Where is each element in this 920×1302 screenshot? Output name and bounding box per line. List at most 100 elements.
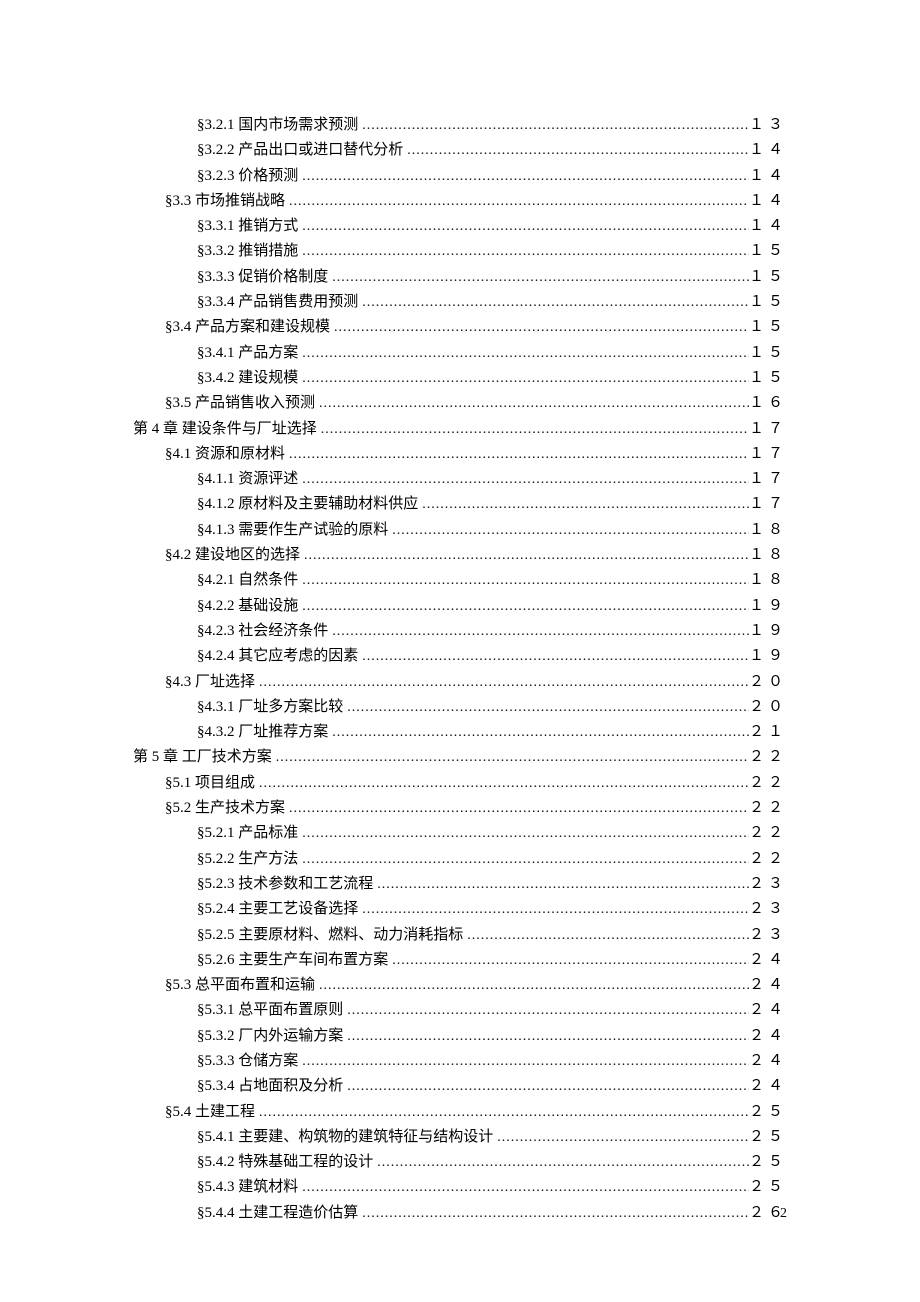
toc-leader-dots [388,949,749,973]
toc-entry-page: ２２ [749,796,787,820]
toc-entry: 第 4 章 建设条件与厂址选择１７ [133,417,787,442]
footer-page-number: 2 [780,1206,787,1222]
toc-entry: §5.2.1 产品标准 ２２ [133,821,787,846]
toc-entry-page: ２５ [749,1100,787,1124]
toc-entry-label: §4.1.1 资源评述 [197,467,298,491]
toc-entry-label: §3.2.1 国内市场需求预测 [197,113,358,137]
toc-entry-page: ２４ [749,1074,787,1098]
toc-leader-dots [403,139,749,163]
toc-entry: 第 5 章 工厂技术方案２２ [133,745,787,770]
toc-entry-label: §5.3.1 总平面布置原则 [197,998,343,1022]
toc-entry-page: ２０ [749,695,787,719]
toc-entry-page: １５ [749,265,787,289]
toc-leader-dots [285,190,749,214]
toc-entry-label: §3.3 市场推销战略 [165,189,285,213]
toc-leader-dots [418,493,749,517]
toc-leader-dots [298,822,749,846]
toc-entry-label: §5.2 生产技术方案 [165,796,285,820]
toc-leader-dots [298,595,749,619]
toc-entry-page: １８ [749,568,787,592]
toc-entry-label: §4.3.2 厂址推荐方案 [197,720,328,744]
toc-entry-label: §3.4 产品方案和建设规模 [165,315,330,339]
toc-leader-dots [373,873,749,897]
toc-entry-label: §5.1 项目组成 [165,771,255,795]
toc-leader-dots [298,215,749,239]
toc-leader-dots [300,544,749,568]
toc-entry: §4.2 建设地区的选择１８ [133,543,787,568]
toc-entry: §4.1.2 原材料及主要辅助材料供应１７ [133,492,787,517]
toc-entry-page: ２３ [749,923,787,947]
toc-entry-page: ２３ [749,872,787,896]
toc-entry: §3.2.2 产品出口或进口替代分析 １４ [133,138,787,163]
toc-entry: §5.4.1 主要建、构筑物的建筑特征与结构设计２５ [133,1125,787,1150]
toc-entry: §5.2.2 生产方法２２ [133,847,787,872]
toc-entry: §5.4.2 特殊基础工程的设计２５ [133,1150,787,1175]
toc-entry-label: §3.2.2 产品出口或进口替代分析 [197,138,403,162]
toc-entry-page: １５ [749,315,787,339]
toc-leader-dots [328,620,749,644]
toc-entry: §5.4.3 建筑材料 ２５ [133,1175,787,1200]
toc-leader-dots [298,569,749,593]
toc-leader-dots [298,165,749,189]
toc-leader-dots [373,1151,749,1175]
toc-leader-dots [298,367,749,391]
toc-entry-label: 第 5 章 工厂技术方案 [133,745,272,769]
page: §3.2.1 国内市场需求预测１３§3.2.2 产品出口或进口替代分析１４§3.… [0,0,920,1302]
toc-entry-label: §3.5 产品销售收入预测 [165,391,315,415]
toc-leader-dots [358,898,749,922]
toc-leader-dots [315,974,749,998]
toc-entry-page: ２５ [749,1175,787,1199]
toc-entry: §3.3.1 推销方式１４ [133,214,787,239]
toc-entry: §3.3.3 促销价格制度１５ [133,265,787,290]
toc-entry-page: １４ [749,214,787,238]
toc-entry-label: §3.4.1 产品方案 [197,341,298,365]
toc-leader-dots [285,443,749,467]
toc-entry-label: §4.2.3 社会经济条件 [197,619,328,643]
toc-entry: §4.1 资源和原材料１７ [133,442,787,467]
toc-leader-dots [328,721,749,745]
toc-entry-label: §5.3.4 占地面积及分析 [197,1074,343,1098]
toc-entry-page: １５ [749,290,787,314]
toc-entry: §4.2.2 基础设施１９ [133,594,787,619]
toc-leader-dots [298,848,749,872]
toc-entry-label: §5.4.1 主要建、构筑物的建筑特征与结构设计 [197,1125,493,1149]
toc-entry: §5.2.5 主要原材料、燃料、动力消耗指标 ２３ [133,923,787,948]
toc-entry: §5.4.4 土建工程造价估算２６ [133,1201,787,1226]
toc-entry-page: １５ [749,239,787,263]
toc-entry-page: １４ [749,138,787,162]
toc-entry-label: §5.3 总平面布置和运输 [165,973,315,997]
toc-entry: §5.2.4 主要工艺设备选择 ２３ [133,897,787,922]
toc-entry-page: １４ [749,164,787,188]
toc-entry-page: ２２ [749,771,787,795]
toc-entry: §4.2.3 社会经济条件１９ [133,619,787,644]
toc-entry-label: §3.3.4 产品销售费用预测 [197,290,358,314]
toc-entry: §5.3 总平面布置和运输２４ [133,973,787,998]
toc-entry-label: §5.2.1 产品标准 [197,821,298,845]
toc-entry: §3.3.4 产品销售费用预测 １５ [133,290,787,315]
toc-leader-dots [298,1176,749,1200]
toc-leader-dots [255,772,749,796]
toc-entry-label: §5.2.4 主要工艺设备选择 [197,897,358,921]
toc-entry-label: §5.2.5 主要原材料、燃料、动力消耗指标 [197,923,463,947]
toc-leader-dots [358,645,749,669]
toc-entry-label: §5.2.3 技术参数和工艺流程 [197,872,373,896]
toc-entry-label: §5.3.2 厂内外运输方案 [197,1024,343,1048]
toc-entry-page: １９ [749,594,787,618]
toc-entry-label: §3.2.3 价格预测 [197,164,298,188]
toc-entry-page: １５ [749,366,787,390]
toc-entry: §3.4 产品方案和建设规模 １５ [133,315,787,340]
toc-entry: §3.3.2 推销措施１５ [133,239,787,264]
toc-entry-page: ２３ [749,897,787,921]
toc-entry-page: １７ [749,442,787,466]
toc-leader-dots [255,1101,749,1125]
toc-entry-page: ２５ [749,1150,787,1174]
toc-entry-page: ２４ [749,998,787,1022]
toc-entry: §4.3 厂址选择２０ [133,670,787,695]
toc-entry: §4.1.3 需要作生产试验的原料１８ [133,518,787,543]
toc-entry-page: ２２ [749,821,787,845]
toc-entry: §5.2.3 技术参数和工艺流程 ２３ [133,872,787,897]
toc-entry: §3.5 产品销售收入预测 １６ [133,391,787,416]
toc-entry-page: １６ [749,391,787,415]
toc-entry-label: §5.4.3 建筑材料 [197,1175,298,1199]
toc-entry-label: §4.3 厂址选择 [165,670,255,694]
